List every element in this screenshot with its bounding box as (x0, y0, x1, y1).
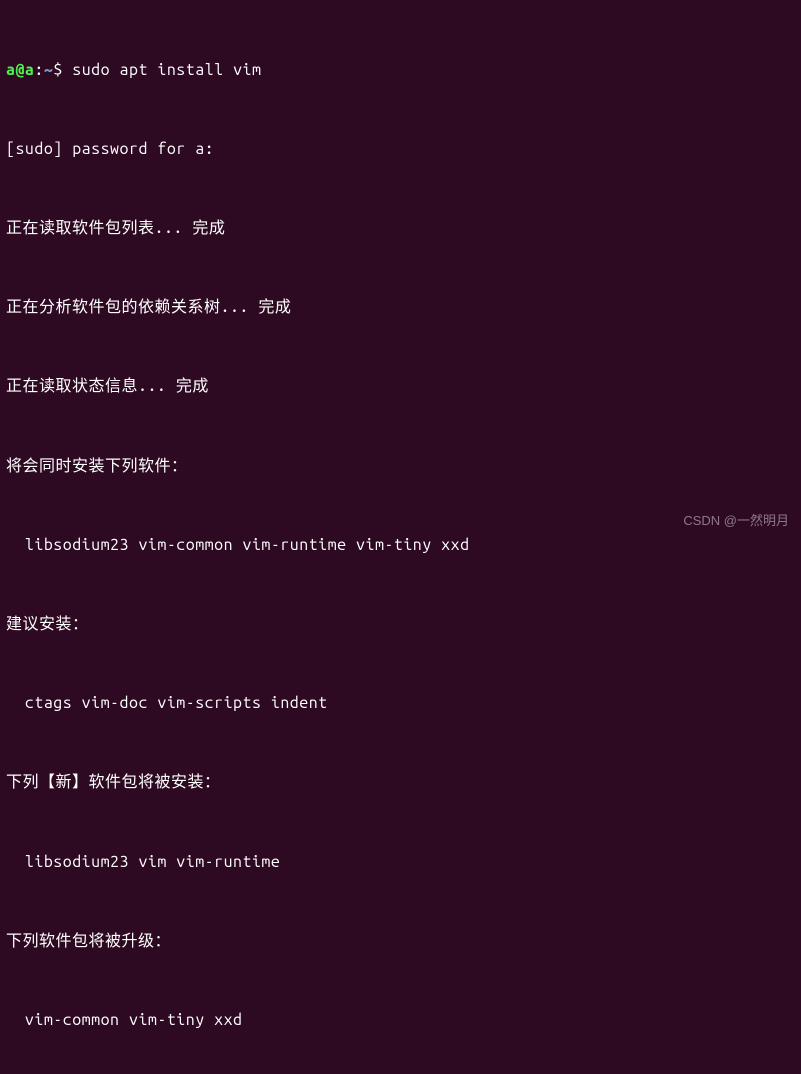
output-line: 下列软件包将被升级： (6, 928, 795, 954)
watermark-text: CSDN @一然明月 (683, 510, 789, 531)
output-line: 正在读取状态信息... 完成 (6, 373, 795, 399)
output-line: 将会同时安装下列软件： (6, 453, 795, 479)
output-line: 正在读取软件包列表... 完成 (6, 215, 795, 241)
prompt-line: a@a:~$ sudo apt install vim (6, 57, 795, 83)
output-line: 下列【新】软件包将被安装： (6, 769, 795, 795)
prompt-colon: : (34, 61, 43, 79)
output-line: vim-common vim-tiny xxd (6, 1007, 795, 1033)
output-line: 建议安装： (6, 611, 795, 637)
output-line: libsodium23 vim vim-runtime (6, 849, 795, 875)
prompt-dollar: $ (53, 61, 72, 79)
prompt-user: a@a (6, 61, 34, 79)
terminal-output[interactable]: a@a:~$ sudo apt install vim [sudo] passw… (6, 4, 795, 1074)
output-line: 正在分析软件包的依赖关系树... 完成 (6, 294, 795, 320)
output-line: [sudo] password for a: (6, 136, 795, 162)
output-line: libsodium23 vim-common vim-runtime vim-t… (6, 532, 795, 558)
output-line: ctags vim-doc vim-scripts indent (6, 690, 795, 716)
command-text: sudo apt install vim (72, 61, 261, 79)
prompt-path: ~ (44, 61, 53, 79)
